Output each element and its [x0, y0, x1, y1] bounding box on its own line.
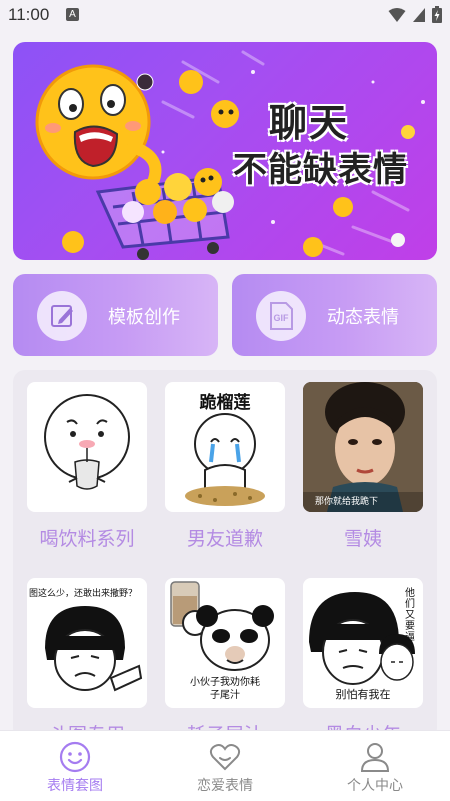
battery-icon: [432, 6, 442, 23]
tab-label: 恋爱表情: [197, 778, 253, 794]
template-create-button[interactable]: 模板创作: [13, 274, 218, 356]
gif-icon: GIF: [256, 291, 306, 341]
sticker-thumbnail: 小伙子我劝你耗子尾汁: [165, 578, 285, 708]
template-create-label: 模板创作: [108, 307, 180, 328]
sticker-set-grid: 喝饮料系列 跪榴莲 男友道歉 那你就给我跪下 雪姨 图这么少，还敢出来撒野？ 小…: [13, 370, 437, 746]
notification-icon: A: [66, 8, 79, 21]
edit-icon: [37, 291, 87, 341]
person-icon: [360, 743, 390, 772]
sticker-thumbnail: 那你就给我跪下: [303, 382, 423, 512]
sticker-thumbnail: 跪榴莲: [165, 382, 285, 512]
wifi-icon: [388, 7, 406, 22]
banner-title-line1: 聊天: [269, 101, 350, 145]
signal-icon: [413, 7, 425, 22]
sticker-set-card[interactable]: 图这么少，还敢出来撒野？ 斗图专用: [27, 578, 147, 747]
sticker-set-card[interactable]: 小伙子我劝你耗子尾汁 耗子尾汁: [165, 578, 285, 747]
sticker-set-card[interactable]: 喝饮料系列: [27, 382, 147, 551]
sticker-thumbnail: 图这么少，还敢出来撒野？: [27, 578, 147, 708]
thumbnail-caption: 那你就给我跪下: [315, 497, 379, 507]
status-time: 11:00: [8, 5, 50, 24]
sticker-set-card[interactable]: 那你就给我跪下 雪姨: [303, 382, 423, 551]
status-icons: [388, 6, 442, 23]
banner-title-line2: 不能缺表情: [233, 150, 408, 190]
sticker-set-title: 喝饮料系列: [39, 528, 135, 550]
animated-stickers-label: 动态表情: [327, 307, 399, 328]
tab-label: 个人中心: [347, 778, 403, 794]
sticker-set-card[interactable]: 他们又要逼 别怕有我在 黑白少年: [303, 578, 423, 747]
tab-label: 表情套图: [47, 778, 103, 794]
thumbnail-caption: 小伙子我劝你耗子尾汁: [190, 677, 260, 701]
status-bar: 11:00 A: [0, 0, 450, 30]
sticker-set-title: 雪姨: [343, 528, 382, 550]
sticker-thumbnail: [27, 382, 147, 512]
tab-sticker-sets[interactable]: 表情套图: [0, 731, 150, 801]
svg-text:GIF: GIF: [274, 313, 290, 323]
tab-love-stickers[interactable]: 恋爱表情: [150, 731, 300, 801]
heart-icon: [209, 744, 241, 771]
bottom-tab-bar: 表情套图 恋爱表情 个人中心: [0, 730, 450, 801]
sticker-thumbnail: 他们又要逼 别怕有我在: [303, 578, 423, 708]
promo-banner[interactable]: 聊天 不能缺表情: [13, 42, 437, 260]
animated-stickers-button[interactable]: GIF 动态表情: [232, 274, 437, 356]
quick-actions: 模板创作 GIF 动态表情: [13, 274, 437, 356]
main-content: 聊天 不能缺表情 模板创作 GIF 动态表情 喝饮料系列 跪榴莲 男友道歉 那你…: [0, 30, 450, 746]
tab-profile[interactable]: 个人中心: [300, 731, 450, 801]
sticker-set-card[interactable]: 跪榴莲 男友道歉: [165, 382, 285, 551]
smiley-icon: [59, 741, 91, 773]
sticker-set-title: 男友道歉: [186, 528, 263, 550]
thumbnail-side-caption: 他们又要逼: [405, 588, 415, 643]
thumbnail-caption: 别怕有我在: [335, 688, 391, 701]
